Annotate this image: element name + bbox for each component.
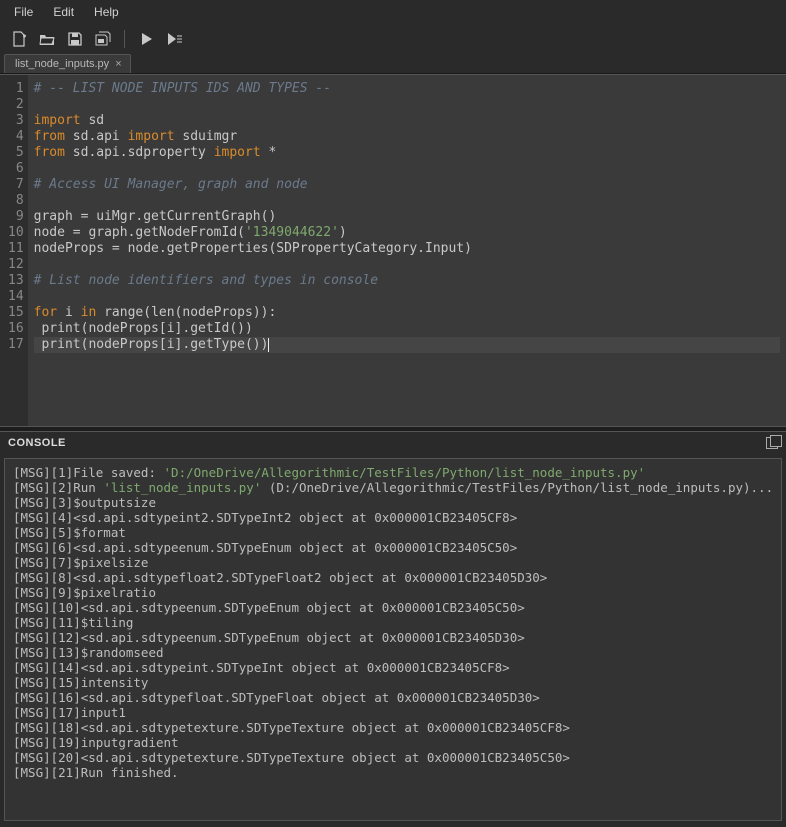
line-number: 15: [8, 305, 24, 321]
code-line[interactable]: print(nodeProps[i].getType()): [34, 337, 780, 353]
code-line[interactable]: # -- LIST NODE INPUTS IDS AND TYPES --: [34, 81, 780, 97]
code-line[interactable]: graph = uiMgr.getCurrentGraph(): [34, 209, 780, 225]
code-line[interactable]: [34, 289, 780, 305]
console-line: [MSG][10]<sd.api.sdtypeenum.SDTypeEnum o…: [13, 600, 773, 615]
console-line: [MSG][4]<sd.api.sdtypeint2.SDTypeInt2 ob…: [13, 510, 773, 525]
code-line[interactable]: [34, 97, 780, 113]
code-line[interactable]: from sd.api import sduimgr: [34, 129, 780, 145]
line-number: 10: [8, 225, 24, 241]
console-line: [MSG][20]<sd.api.sdtypetexture.SDTypeTex…: [13, 750, 773, 765]
line-number: 6: [8, 161, 24, 177]
code-line[interactable]: for i in range(len(nodeProps)):: [34, 305, 780, 321]
save-icon[interactable]: [66, 30, 84, 48]
menu-file[interactable]: File: [4, 2, 43, 22]
code-line[interactable]: # Access UI Manager, graph and node: [34, 177, 780, 193]
console-line: [MSG][9]$pixelratio: [13, 585, 773, 600]
line-number: 1: [8, 81, 24, 97]
restore-icon[interactable]: [766, 437, 778, 449]
line-number: 11: [8, 241, 24, 257]
console-line: [MSG][21]Run finished.: [13, 765, 773, 780]
caret: [268, 338, 269, 352]
console-line: [MSG][6]<sd.api.sdtypeenum.SDTypeEnum ob…: [13, 540, 773, 555]
line-number: 13: [8, 273, 24, 289]
line-number: 14: [8, 289, 24, 305]
menu-edit[interactable]: Edit: [43, 2, 84, 22]
code-editor[interactable]: 1234567891011121314151617 # -- LIST NODE…: [0, 74, 786, 426]
run-selected-icon[interactable]: [165, 30, 183, 48]
tab-bar: list_node_inputs.py ×: [0, 54, 786, 74]
line-number: 4: [8, 129, 24, 145]
console-line: [MSG][14]<sd.api.sdtypeint.SDTypeInt obj…: [13, 660, 773, 675]
console-line: [MSG][5]$format: [13, 525, 773, 540]
console-line: [MSG][2]Run 'list_node_inputs.py' (D:/On…: [13, 480, 773, 495]
save-all-icon[interactable]: [94, 30, 112, 48]
console-header: CONSOLE: [0, 432, 786, 454]
line-number: 9: [8, 209, 24, 225]
console-line: [MSG][7]$pixelsize: [13, 555, 773, 570]
console-output[interactable]: [MSG][1]File saved: 'D:/OneDrive/Allegor…: [4, 458, 782, 821]
code-line[interactable]: import sd: [34, 113, 780, 129]
line-number: 3: [8, 113, 24, 129]
console-line: [MSG][1]File saved: 'D:/OneDrive/Allegor…: [13, 465, 773, 480]
line-number: 7: [8, 177, 24, 193]
console-line: [MSG][11]$tiling: [13, 615, 773, 630]
code-line[interactable]: nodeProps = node.getProperties(SDPropert…: [34, 241, 780, 257]
line-number: 16: [8, 321, 24, 337]
code-area[interactable]: # -- LIST NODE INPUTS IDS AND TYPES -- im…: [28, 75, 786, 426]
console-title: CONSOLE: [8, 437, 66, 449]
line-number: 17: [8, 337, 24, 353]
menu-bar: File Edit Help: [0, 0, 786, 24]
console-line: [MSG][12]<sd.api.sdtypeenum.SDTypeEnum o…: [13, 630, 773, 645]
menu-help[interactable]: Help: [84, 2, 129, 22]
line-number: 5: [8, 145, 24, 161]
console-line: [MSG][18]<sd.api.sdtypetexture.SDTypeTex…: [13, 720, 773, 735]
run-icon[interactable]: [137, 30, 155, 48]
line-number: 8: [8, 193, 24, 209]
tab-label: list_node_inputs.py: [15, 58, 109, 70]
console-line: [MSG][17]input1: [13, 705, 773, 720]
console-line: [MSG][15]intensity: [13, 675, 773, 690]
console-line: [MSG][13]$randomseed: [13, 645, 773, 660]
line-number: 12: [8, 257, 24, 273]
code-line[interactable]: node = graph.getNodeFromId('1349044622'): [34, 225, 780, 241]
tab-list-node-inputs[interactable]: list_node_inputs.py ×: [4, 54, 131, 73]
gutter: 1234567891011121314151617: [0, 75, 28, 426]
code-line[interactable]: [34, 257, 780, 273]
code-line[interactable]: from sd.api.sdproperty import *: [34, 145, 780, 161]
toolbar-separator: [124, 30, 125, 48]
console-line: [MSG][3]$outputsize: [13, 495, 773, 510]
code-line[interactable]: print(nodeProps[i].getId()): [34, 321, 780, 337]
open-folder-icon[interactable]: [38, 30, 56, 48]
code-line[interactable]: [34, 161, 780, 177]
code-line[interactable]: [34, 193, 780, 209]
console-line: [MSG][8]<sd.api.sdtypefloat2.SDTypeFloat…: [13, 570, 773, 585]
console-line: [MSG][19]inputgradient: [13, 735, 773, 750]
code-line[interactable]: # List node identifiers and types in con…: [34, 273, 780, 289]
console-line: [MSG][16]<sd.api.sdtypefloat.SDTypeFloat…: [13, 690, 773, 705]
close-icon[interactable]: ×: [115, 58, 121, 70]
toolbar: [0, 24, 786, 54]
new-file-icon[interactable]: [10, 30, 28, 48]
line-number: 2: [8, 97, 24, 113]
